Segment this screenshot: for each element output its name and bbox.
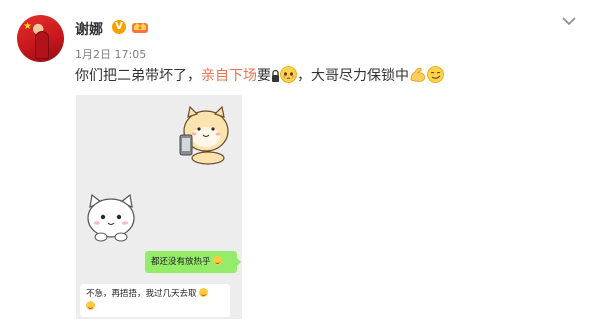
lock-icon: [272, 69, 279, 82]
post-timestamp[interactable]: 1月2日 17:05: [75, 46, 146, 62]
chevron-down-icon[interactable]: [562, 16, 576, 26]
shiba-dog-sticker: [179, 105, 229, 165]
post-text: 你们把二弟带坏了，亲自下场要 ，大哥尽力保锁中: [75, 66, 444, 86]
avatar[interactable]: ★: [17, 15, 64, 62]
white-cat-sticker: [87, 193, 135, 242]
post-text-part1: 你们把二弟带坏了，: [75, 68, 201, 84]
laughing-face-emoji: [199, 288, 209, 297]
avatar-figure: [35, 31, 49, 59]
muscle-emoji: [410, 67, 426, 82]
topic-link[interactable]: 亲自下场: [201, 68, 257, 84]
smile-face-emoji: [86, 301, 95, 310]
chat-bubble-sent: 都还没有放热乎: [145, 251, 241, 273]
username[interactable]: 谢娜: [75, 19, 103, 39]
tongue-face-emoji: [213, 256, 223, 265]
post-text-part2: 要: [257, 68, 271, 84]
crown-icon[interactable]: [131, 19, 149, 34]
post-text-part3: ，大哥尽力保锁中: [297, 68, 409, 84]
smirk-face-emoji: [427, 66, 444, 83]
shy-face-emoji: [280, 66, 297, 83]
chat-screenshot-image[interactable]: 都还没有放热乎 不急，再捂捂，我过几天去取: [76, 95, 242, 319]
weibo-post: ★ 谢娜 V 1月2日 17:05 你们把二弟带坏了，亲自下场要 ，大哥尽力保锁中: [0, 0, 596, 327]
vip-badge-icon[interactable]: V: [112, 20, 126, 34]
star-icon: ★: [23, 21, 32, 32]
chat-bubble-sent-text: 都还没有放热乎: [151, 257, 211, 267]
chat-bubble-received-text: 不急，再捂捂，我过几天去取: [86, 289, 197, 299]
chat-bubble-received: 不急，再捂捂，我过几天去取: [80, 284, 230, 317]
